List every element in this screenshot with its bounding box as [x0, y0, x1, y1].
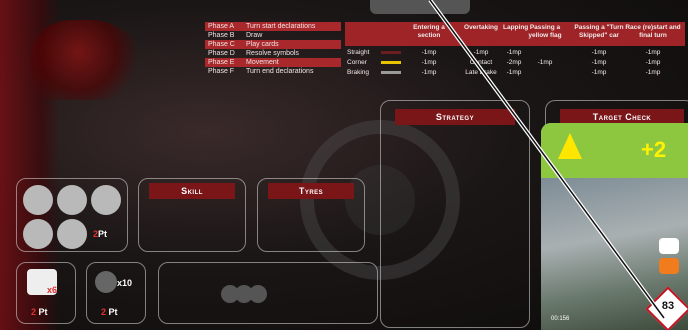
game-board: Phase A Turn start declarations Phase B Dra…	[0, 0, 688, 330]
pointer-line	[428, 0, 666, 320]
